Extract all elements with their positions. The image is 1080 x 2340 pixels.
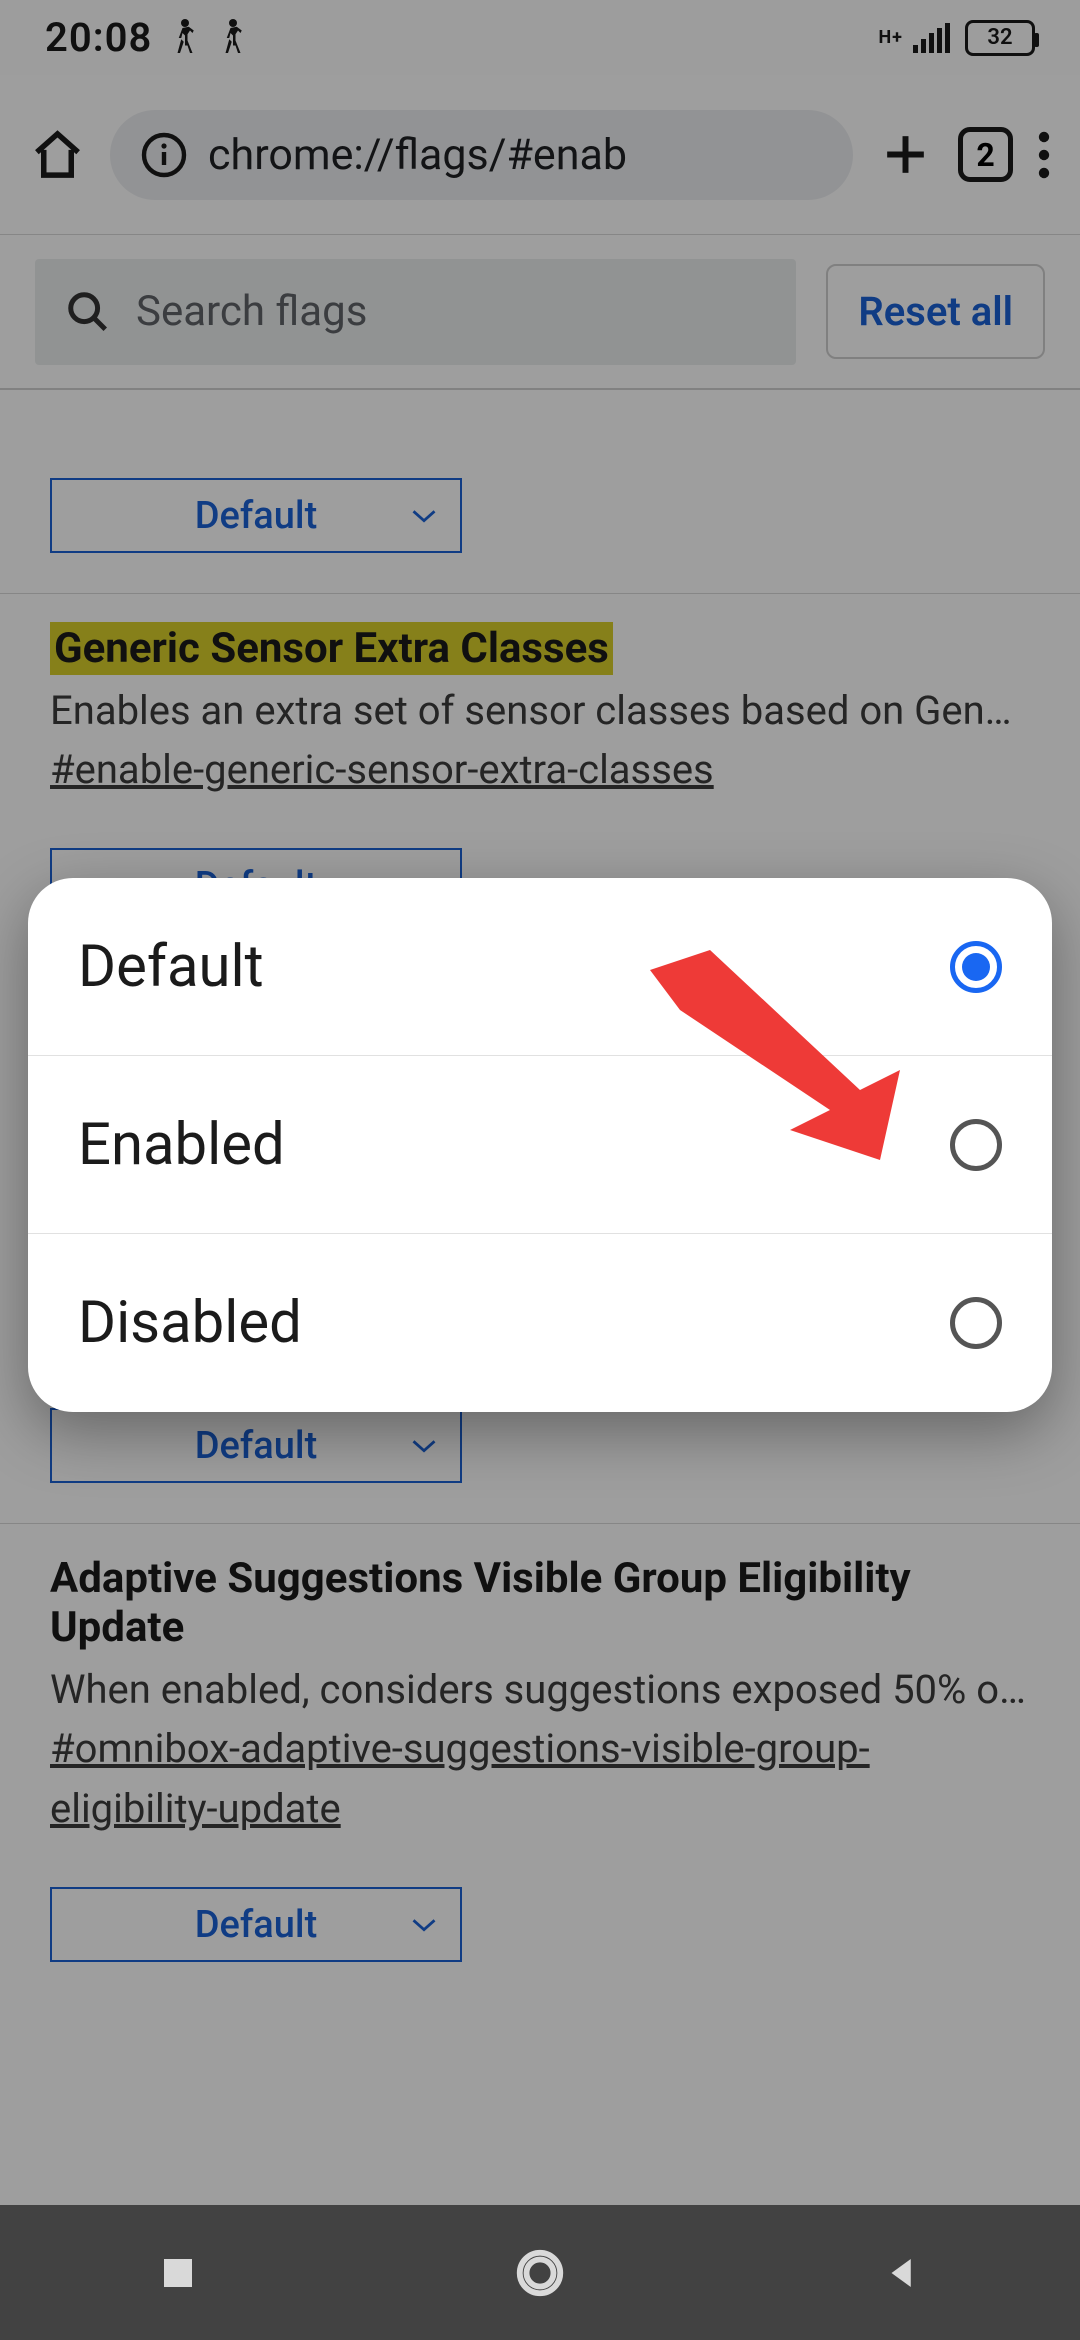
radio-unselected-icon [950, 1119, 1002, 1171]
dialog-option-label: Disabled [78, 1289, 302, 1357]
radio-selected-icon [950, 941, 1002, 993]
dialog-option-enabled[interactable]: Enabled [28, 1056, 1052, 1234]
dialog-option-label: Enabled [78, 1111, 285, 1179]
dialog-option-default[interactable]: Default [28, 878, 1052, 1056]
back-button[interactable] [881, 2252, 923, 2294]
dialog-option-label: Default [78, 933, 264, 1001]
recents-button[interactable] [157, 2252, 199, 2294]
dialog-option-disabled[interactable]: Disabled [28, 1234, 1052, 1412]
system-nav-bar [0, 2205, 1080, 2340]
radio-unselected-icon [950, 1297, 1002, 1349]
home-button[interactable] [513, 2246, 567, 2300]
select-dialog: Default Enabled Disabled [28, 878, 1052, 1412]
